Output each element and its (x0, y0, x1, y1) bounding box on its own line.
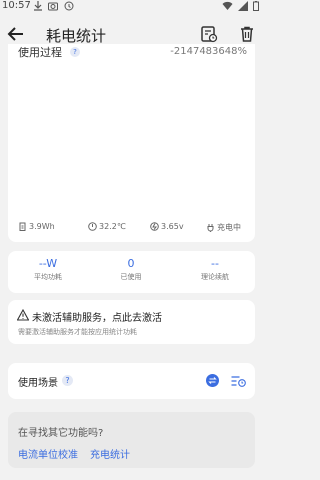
more-features-card: 在寻找其它功能吗? 电流单位校准 充电统计 (8, 412, 255, 468)
signal-icon (238, 1, 248, 11)
avg-power-label: 平均功耗 (34, 273, 62, 281)
clock-icon (64, 1, 74, 11)
plug-icon (207, 224, 214, 232)
summary-card: --W 平均功耗 0 已使用 -- 理论续航 (8, 251, 255, 293)
used-label: 已使用 (120, 273, 142, 281)
scene-title: 使用场景 (18, 378, 58, 389)
avg-power-column: --W 平均功耗 (13, 257, 83, 282)
notice-subtitle: 需要激活辅助服务才能按应用统计功耗 (18, 328, 137, 336)
used-column: 0 已使用 (96, 257, 166, 282)
capacity-value: 3.9Wh (29, 222, 55, 231)
voltage-value: 3.65v (161, 222, 184, 231)
chart-top-value: -2147483648% (170, 46, 247, 57)
capacity-stat: 3.9Wh (18, 222, 55, 231)
status-time: 10:57 (2, 0, 31, 11)
voltage-stat: 3.65v (150, 222, 184, 231)
notice-title: 未激活辅助服务，点此去激活 (32, 313, 162, 324)
battery-capacity-icon (19, 222, 26, 231)
back-arrow-icon[interactable] (6, 24, 26, 44)
avg-power-value: --W (38, 257, 58, 270)
endurance-column: -- 理论续航 (180, 257, 250, 282)
endurance-label: 理论续航 (201, 273, 229, 281)
trash-icon[interactable] (238, 25, 256, 43)
more-title: 在寻找其它功能吗? (18, 428, 104, 439)
warning-icon (17, 309, 29, 321)
temperature-value: 32.2℃ (99, 222, 126, 231)
history-icon[interactable] (200, 25, 218, 43)
temperature-stat: 32.2℃ (88, 222, 126, 231)
activate-service-card[interactable]: 未激活辅助服务，点此去激活 需要激活辅助服务才能按应用统计功耗 (8, 300, 255, 344)
status-bar: 10:57 (0, 0, 263, 14)
usage-chart-card: 使用过程 ? -2147483648% 3.9Wh 32.2℃ 3.65v 充电… (8, 44, 255, 242)
temperature-icon (88, 222, 97, 231)
voltage-icon (150, 222, 159, 231)
download-icon (34, 1, 42, 11)
battery-icon (253, 1, 259, 11)
chart-title: 使用过程 (18, 46, 62, 59)
battery-stats-row: 3.9Wh 32.2℃ 3.65v 充电中 (8, 222, 255, 234)
current-calibration-link[interactable]: 电流单位校准 (18, 446, 78, 461)
wifi-icon (222, 1, 233, 10)
page-title: 耗电统计 (46, 27, 107, 45)
scene-help-icon[interactable]: ? (62, 375, 73, 386)
used-value: 0 (127, 257, 135, 270)
charging-status: 充电中 (217, 223, 241, 232)
charging-stat: 充电中 (206, 222, 241, 233)
endurance-value: -- (211, 257, 219, 270)
chart-help-icon[interactable]: ? (70, 47, 80, 57)
charge-stats-link[interactable]: 充电统计 (90, 446, 130, 461)
swap-icon[interactable] (206, 374, 219, 387)
timer-list-icon[interactable] (231, 375, 246, 387)
usage-scene-card: 使用场景 ? (8, 363, 255, 399)
camera-icon (48, 2, 58, 11)
status-left-icons (34, 1, 74, 11)
status-right-icons (222, 1, 259, 11)
